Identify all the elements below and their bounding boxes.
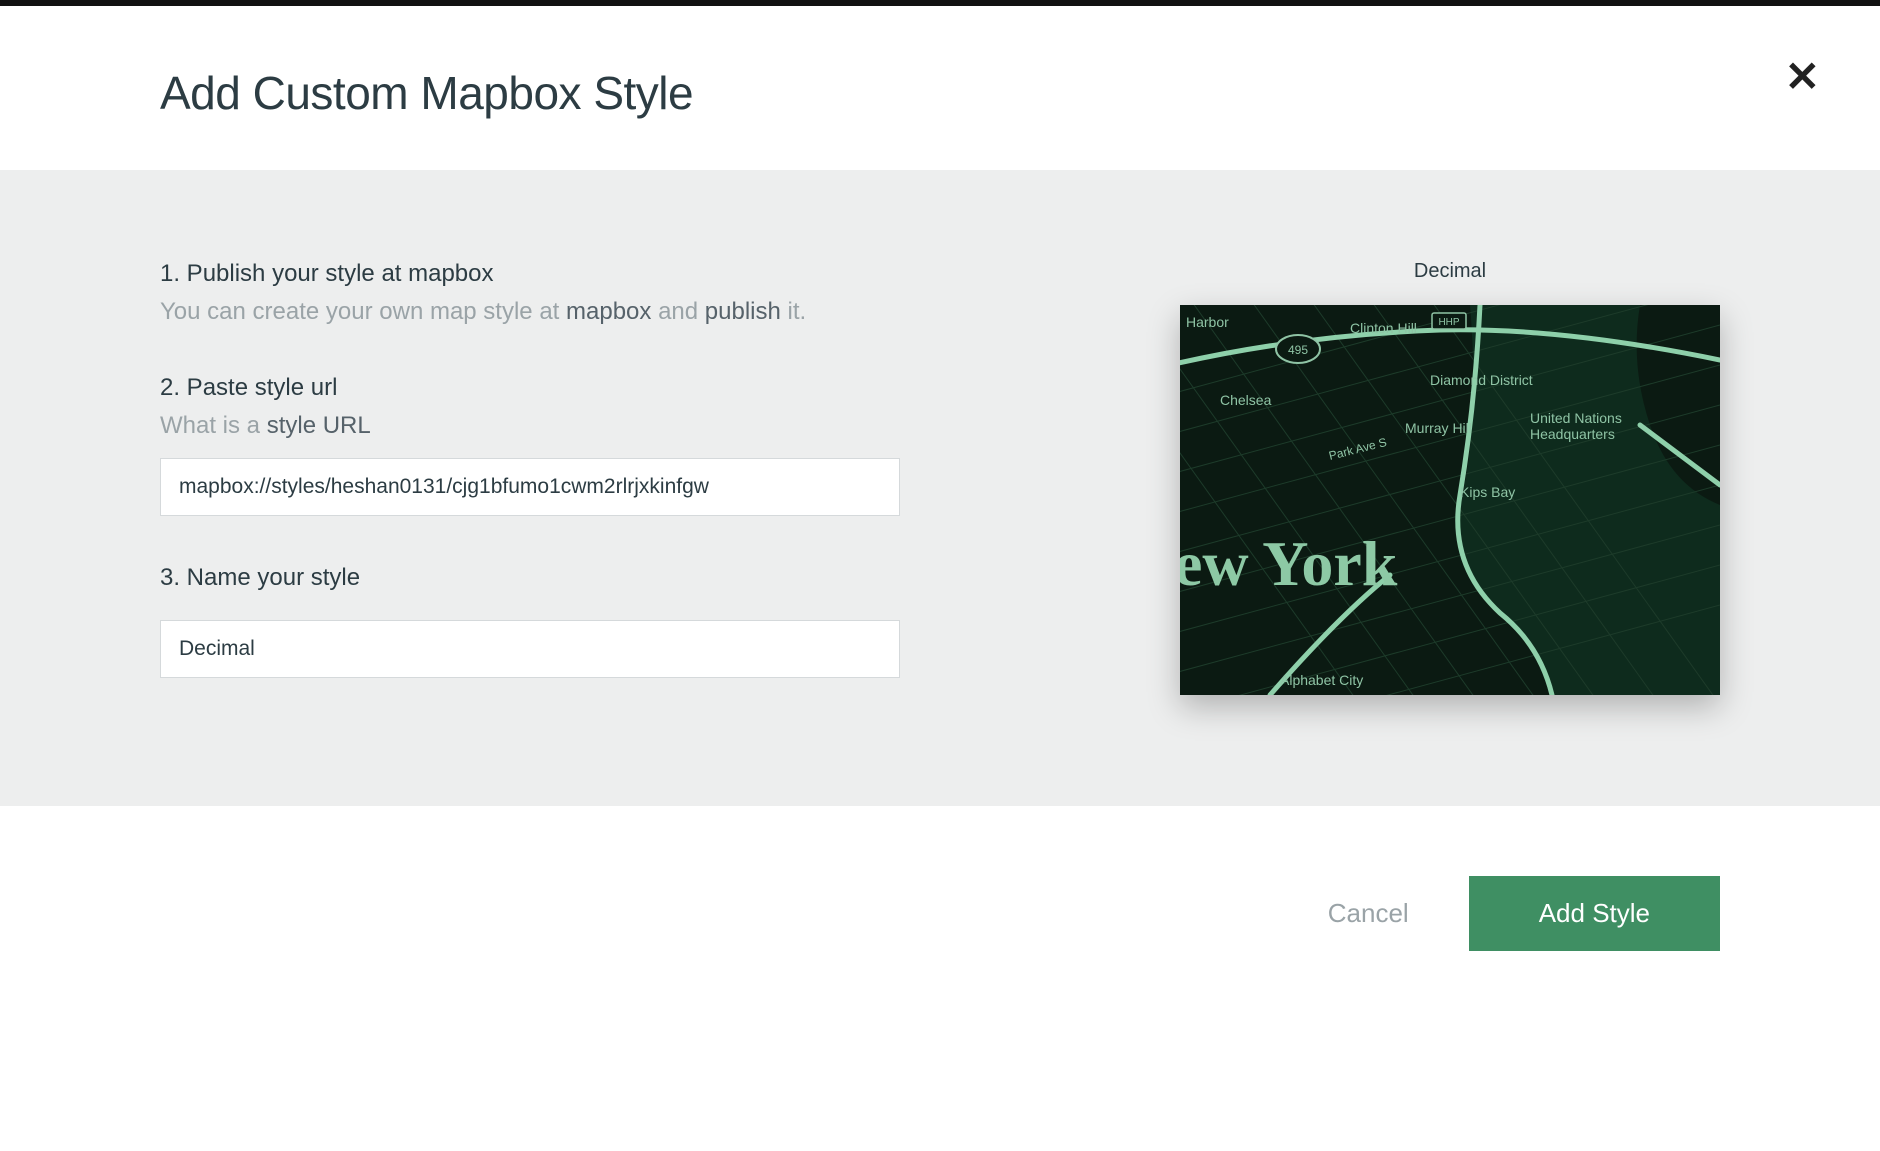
map-label-chelsea: Chelsea xyxy=(1220,392,1272,408)
step2-sub-prefix: What is a xyxy=(160,412,267,439)
map-label-harbor: Harbor xyxy=(1186,314,1229,330)
style-url-input[interactable] xyxy=(160,458,900,516)
step3-title: 3. Name your style xyxy=(160,564,900,592)
step1-title: 1. Publish your style at mapbox xyxy=(160,260,900,288)
hhp-sign-icon: HHP xyxy=(1432,313,1466,329)
step-name-style: 3. Name your style xyxy=(160,564,900,678)
map-label-un: United Nations Headquarters xyxy=(1530,410,1626,442)
map-label-alphabet: Alphabet City xyxy=(1280,672,1363,688)
preview-label: Decimal xyxy=(1414,260,1486,283)
modal-header: Add Custom Mapbox Style ✕ xyxy=(0,6,1880,170)
form-column: 1. Publish your style at mapbox You can … xyxy=(160,260,900,726)
map-label-clinton: Clinton Hill xyxy=(1350,320,1417,336)
publish-link[interactable]: publish xyxy=(705,298,781,325)
add-style-button[interactable]: Add Style xyxy=(1469,876,1720,951)
close-icon: ✕ xyxy=(1785,53,1820,100)
step-publish: 1. Publish your style at mapbox You can … xyxy=(160,260,900,326)
style-url-link[interactable]: style URL xyxy=(267,412,371,439)
map-label-diamond: Diamond District xyxy=(1430,372,1533,388)
step-paste-url: 2. Paste style url What is a style URL xyxy=(160,374,900,516)
step2-title: 2. Paste style url xyxy=(160,374,900,402)
svg-text:HHP: HHP xyxy=(1438,317,1459,328)
close-button[interactable]: ✕ xyxy=(1785,56,1820,98)
map-label-murray: Murray Hill xyxy=(1405,420,1472,436)
step1-sub-mid: and xyxy=(651,298,704,325)
preview-column: Decimal xyxy=(1180,260,1720,726)
modal-title: Add Custom Mapbox Style xyxy=(160,66,1720,120)
cancel-button[interactable]: Cancel xyxy=(1328,898,1409,929)
mapbox-link[interactable]: mapbox xyxy=(566,298,651,325)
svg-text:495: 495 xyxy=(1288,343,1308,357)
map-preview-svg: 495 HHP Harbor Clinton Hill Diamond Dist… xyxy=(1180,305,1720,695)
map-label-new-york: ew York xyxy=(1180,528,1398,599)
step1-sub-suffix: it. xyxy=(781,298,806,325)
step2-subtitle: What is a style URL xyxy=(160,412,900,440)
style-name-input[interactable] xyxy=(160,620,900,678)
modal-footer: Cancel Add Style xyxy=(0,806,1880,1151)
add-mapbox-style-modal: Add Custom Mapbox Style ✕ 1. Publish you… xyxy=(0,0,1880,1151)
step1-sub-prefix: You can create your own map style at xyxy=(160,298,566,325)
map-preview-image: 495 HHP Harbor Clinton Hill Diamond Dist… xyxy=(1180,305,1720,695)
modal-body: 1. Publish your style at mapbox You can … xyxy=(0,170,1880,806)
map-label-kips: Kips Bay xyxy=(1460,484,1515,500)
route-shield-icon: 495 xyxy=(1276,335,1320,363)
step1-subtitle: You can create your own map style at map… xyxy=(160,298,900,326)
